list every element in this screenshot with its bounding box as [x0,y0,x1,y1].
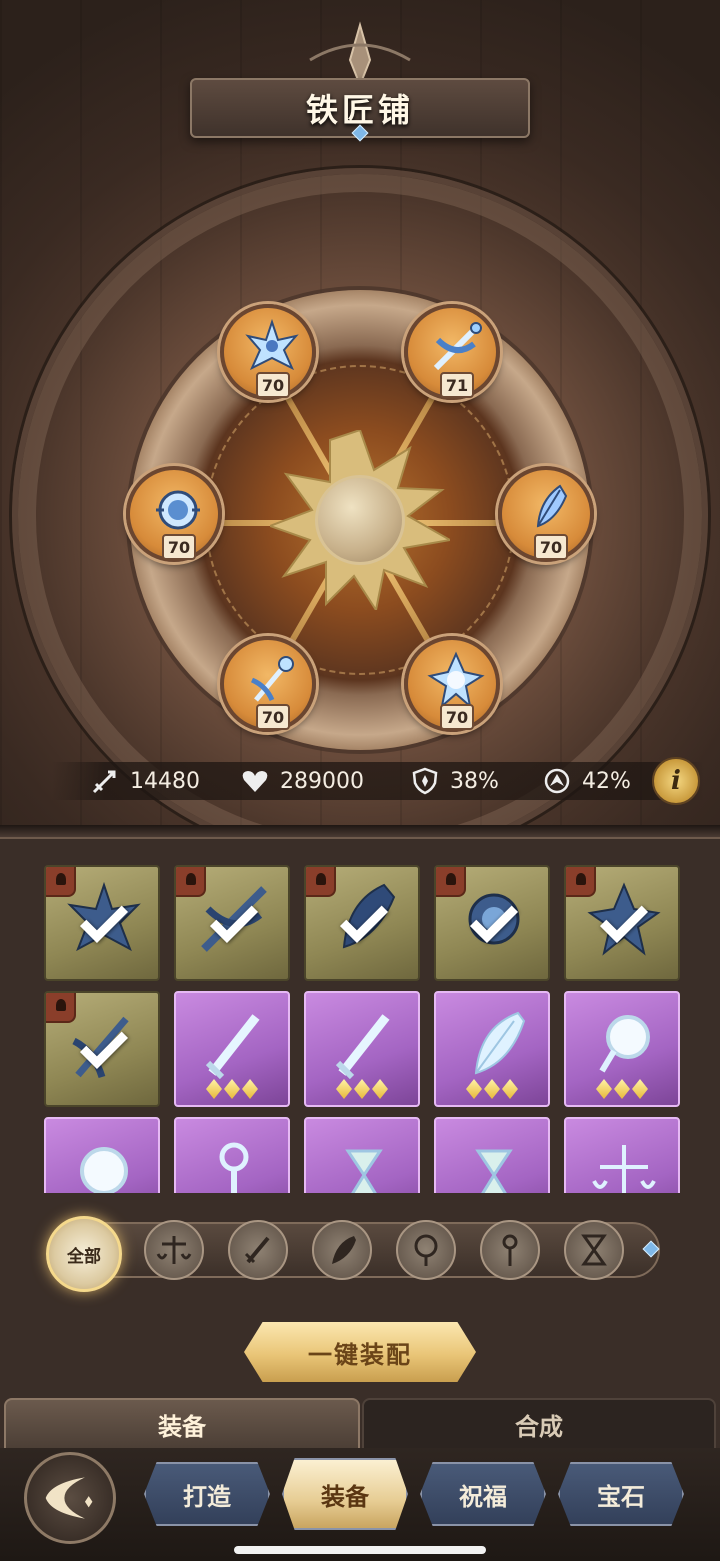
rarity-stars [336,1079,388,1099]
equip-slot-mid-right[interactable]: 70 [498,466,594,562]
equip-slot-top-right[interactable]: 71 [404,304,500,400]
inventory-card-equipped[interactable] [44,865,160,981]
sub-tabs: 装备 合成 [0,1398,720,1448]
panel-divider [0,825,720,839]
ribbon-sword-icon [433,322,482,371]
attack-value: 14480 [130,768,200,794]
orb-amulet-icon [156,490,200,530]
back-button[interactable] [24,1452,116,1544]
nav-tab-bless[interactable]: 祝福 [420,1462,546,1526]
nav-tab-forge[interactable]: 打造 [144,1462,270,1526]
sword-icon [92,770,116,794]
inventory-card-scales[interactable] [564,1117,680,1193]
stat-attack: 14480 [90,762,200,800]
inventory-card-feather[interactable] [434,991,550,1107]
slot-level: 70 [440,704,474,730]
auto-equip-button[interactable]: 一键装配 [244,1322,476,1382]
shield-icon [412,767,438,795]
filter-scales-button[interactable] [144,1220,204,1280]
filter-hourglass-button[interactable] [564,1220,624,1280]
feather-icon [474,1011,526,1075]
crown-ornament-icon [245,318,299,371]
nav-tab-gem[interactable]: 宝石 [558,1462,684,1526]
mirror-icon [80,1147,128,1193]
scepter-icon [219,1142,249,1193]
tab-equip[interactable]: 装备 [4,1398,360,1448]
mirror-icon [599,1015,650,1073]
sword-icon [205,1014,260,1080]
heart-icon [242,771,268,792]
inventory-card-equipped[interactable] [304,865,420,981]
equip-slot-top-left[interactable]: 70 [220,304,316,400]
inventory-card-equipped[interactable] [174,865,290,981]
equip-slot-bottom-right[interactable]: 70 [404,636,500,732]
feather-icon [332,1236,356,1264]
inventory-card-equipped[interactable] [564,865,680,981]
equip-slot-bottom-left[interactable]: 70 [220,636,316,732]
sword-icon [335,1014,390,1080]
defense-value: 38% [450,768,499,794]
hourglass-icon [581,1234,607,1266]
mirror-icon [414,1234,438,1266]
filter-all-button[interactable]: 全部 [46,1216,122,1292]
inventory-card-mirror[interactable] [564,991,680,1107]
slot-level: 70 [256,704,290,730]
scepter-icon [502,1234,518,1266]
scales-icon [592,1145,656,1193]
info-button[interactable]: i [652,757,700,805]
scales-icon [156,1236,192,1264]
inventory-card-sword[interactable] [174,991,290,1107]
equip-slot-mid-left[interactable]: 70 [126,466,222,562]
tab-synthesize[interactable]: 合成 [362,1398,716,1448]
slot-level: 70 [256,372,290,398]
speed-value: 42% [582,768,631,794]
home-indicator [234,1546,486,1554]
hourglass-icon [345,1149,383,1193]
forge-stage: 铁匠铺 70 71 70 70 70 70 14480 289000 38% 4… [0,0,720,825]
inventory-card-mirror[interactable] [44,1117,160,1193]
back-arrow-icon [45,1477,93,1519]
stats-bar: 14480 289000 38% 42% [52,762,704,800]
sun-core [315,475,405,565]
rarity-stars [596,1079,648,1099]
filter-mirror-button[interactable] [396,1220,456,1280]
inventory-card-hourglass[interactable] [434,1117,550,1193]
feather-crest-icon [536,484,568,528]
hourglass-icon [475,1149,513,1193]
rarity-stars [206,1079,258,1099]
filter-scepter-button[interactable] [480,1220,540,1280]
inventory-grid [44,865,680,1193]
inventory-card-scepter[interactable] [174,1117,290,1193]
sword-icon [244,1236,270,1264]
inventory-card-sword[interactable] [304,991,420,1107]
nav-tab-equip[interactable]: 装备 [282,1458,408,1530]
scepter-icon [250,656,294,702]
stat-hp: 289000 [240,762,364,800]
inventory-card-equipped[interactable] [44,991,160,1107]
slot-level: 70 [162,534,196,560]
slot-level: 70 [534,534,568,560]
filter-feather-button[interactable] [312,1220,372,1280]
crystal-mirror-icon [427,651,485,709]
rarity-stars [466,1079,518,1099]
inventory-card-equipped[interactable] [434,865,550,981]
stat-defense: 38% [410,762,499,800]
speed-arrow-icon [544,768,570,794]
inventory-card-hourglass[interactable] [304,1117,420,1193]
filter-sword-button[interactable] [228,1220,288,1280]
stat-speed: 42% [542,762,631,800]
slot-level: 71 [440,372,474,398]
hp-value: 289000 [280,768,364,794]
